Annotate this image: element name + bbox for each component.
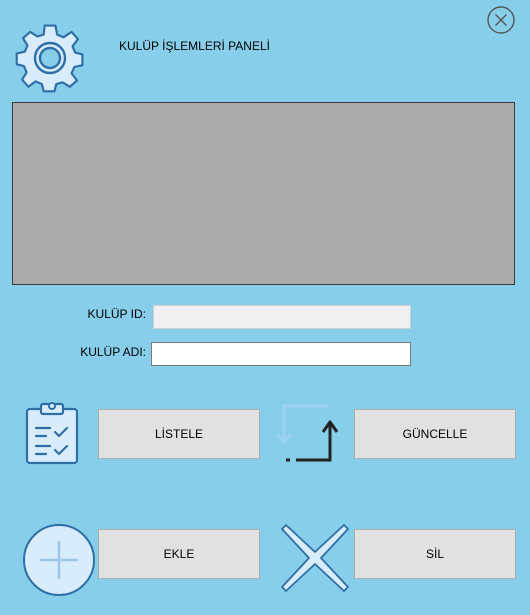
update-arrows-icon	[272, 402, 346, 466]
window-title: KULÜP İŞLEMLERİ PANELİ	[119, 39, 270, 53]
kulup-id-label: KULÜP ID:	[87, 307, 146, 321]
gear-icon	[12, 20, 88, 96]
kulup-adi-input[interactable]	[151, 342, 411, 366]
clipboard-checklist-icon	[24, 400, 80, 466]
listele-button[interactable]: LİSTELE	[98, 409, 260, 459]
kulup-id-input[interactable]	[153, 305, 411, 329]
data-grid[interactable]	[12, 102, 515, 285]
plus-circle-icon	[21, 522, 97, 598]
sil-button[interactable]: SİL	[354, 529, 516, 579]
close-icon[interactable]	[486, 5, 516, 35]
ekle-button[interactable]: EKLE	[98, 529, 260, 579]
kulup-adi-label: KULÜP ADI:	[80, 345, 146, 359]
guncelle-button[interactable]: GÜNCELLE	[354, 409, 516, 459]
x-icon	[278, 521, 352, 595]
